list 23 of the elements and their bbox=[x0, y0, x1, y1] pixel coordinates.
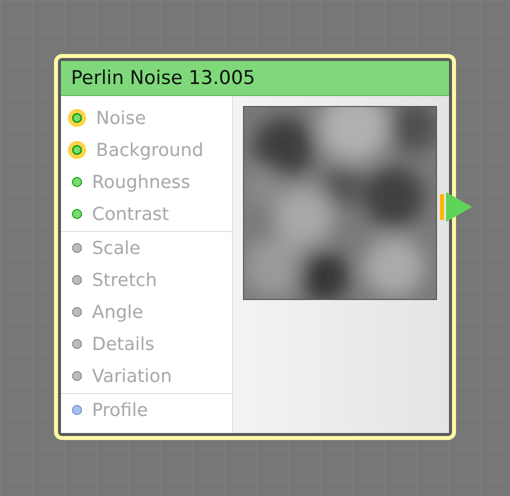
port-label: Details bbox=[92, 334, 154, 354]
port-label: Contrast bbox=[92, 204, 169, 224]
port-label: Scale bbox=[92, 238, 140, 258]
port-icon[interactable] bbox=[72, 177, 82, 187]
port-label: Roughness bbox=[92, 172, 190, 192]
port-label: Background bbox=[96, 140, 204, 160]
port-label: Variation bbox=[92, 366, 172, 386]
port-label: Noise bbox=[96, 108, 146, 128]
port-label: Angle bbox=[92, 302, 144, 322]
connected-port-icon[interactable] bbox=[68, 109, 86, 127]
connected-port-icon[interactable] bbox=[68, 141, 86, 159]
output-port-icon[interactable] bbox=[440, 190, 472, 224]
node-title: Perlin Noise 13.005 bbox=[61, 61, 449, 96]
port-label: Profile bbox=[92, 400, 148, 420]
port-icon[interactable] bbox=[72, 307, 82, 317]
port-icon[interactable] bbox=[72, 243, 82, 253]
port-icon[interactable] bbox=[72, 275, 82, 285]
port-icon[interactable] bbox=[72, 371, 82, 381]
port-icon[interactable] bbox=[72, 209, 82, 219]
port-label: Stretch bbox=[92, 270, 157, 290]
node-frame[interactable]: Perlin Noise 13.005 Noise Background Roughness Contrast Scale Stretch Angle Details Variation Profile bbox=[54, 54, 456, 440]
port-icon[interactable] bbox=[72, 339, 82, 349]
port-icon[interactable] bbox=[72, 405, 82, 415]
